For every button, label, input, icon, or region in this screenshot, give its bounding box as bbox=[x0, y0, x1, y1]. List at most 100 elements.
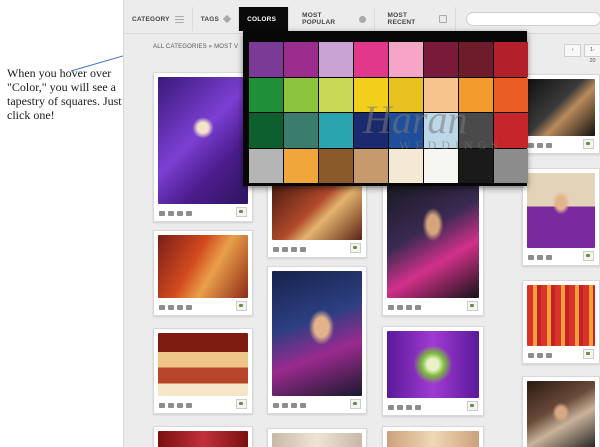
favorite-badge[interactable] bbox=[236, 301, 247, 311]
photo-card[interactable] bbox=[522, 376, 600, 447]
color-swatch[interactable] bbox=[459, 148, 493, 183]
view-icon[interactable] bbox=[282, 247, 288, 252]
photo-card[interactable] bbox=[522, 280, 600, 364]
color-swatch[interactable] bbox=[319, 77, 353, 112]
color-swatch[interactable] bbox=[249, 148, 283, 183]
photo-card[interactable] bbox=[382, 426, 484, 447]
photo-card[interactable] bbox=[153, 230, 253, 316]
tab-colors[interactable]: COLORS bbox=[239, 7, 290, 31]
color-swatch[interactable] bbox=[389, 148, 423, 183]
like-icon[interactable] bbox=[159, 211, 165, 216]
like-icon[interactable] bbox=[528, 143, 534, 148]
comment-icon[interactable] bbox=[415, 305, 421, 310]
color-swatch[interactable] bbox=[494, 42, 528, 77]
color-swatch[interactable] bbox=[319, 148, 353, 183]
color-swatch[interactable] bbox=[424, 148, 458, 183]
comment-icon[interactable] bbox=[415, 405, 421, 410]
photo-card[interactable] bbox=[522, 74, 600, 154]
color-swatch[interactable] bbox=[284, 113, 318, 148]
favorite-badge[interactable] bbox=[350, 399, 361, 409]
view-icon[interactable] bbox=[537, 143, 543, 148]
color-swatch[interactable] bbox=[494, 113, 528, 148]
like-icon[interactable] bbox=[273, 247, 279, 252]
color-swatch[interactable] bbox=[354, 148, 388, 183]
comment-icon[interactable] bbox=[186, 211, 192, 216]
search-input[interactable] bbox=[465, 12, 600, 26]
favorite-badge[interactable] bbox=[350, 243, 361, 253]
tag-icon[interactable] bbox=[406, 405, 412, 410]
color-swatch[interactable] bbox=[354, 113, 388, 148]
tab-category[interactable]: CATEGORY bbox=[124, 7, 193, 31]
favorite-badge[interactable] bbox=[236, 399, 247, 409]
like-icon[interactable] bbox=[159, 305, 165, 310]
color-swatch[interactable] bbox=[354, 42, 388, 77]
color-swatch[interactable] bbox=[424, 42, 458, 77]
favorite-badge[interactable] bbox=[583, 349, 594, 359]
color-swatch[interactable] bbox=[249, 77, 283, 112]
color-swatch[interactable] bbox=[459, 42, 493, 77]
color-swatch[interactable] bbox=[389, 113, 423, 148]
photo-card[interactable] bbox=[153, 72, 253, 222]
color-swatch[interactable] bbox=[354, 77, 388, 112]
favorite-badge[interactable] bbox=[583, 139, 594, 149]
color-swatch[interactable] bbox=[249, 113, 283, 148]
view-icon[interactable] bbox=[282, 403, 288, 408]
like-icon[interactable] bbox=[159, 403, 165, 408]
like-icon[interactable] bbox=[273, 403, 279, 408]
photo-card[interactable] bbox=[522, 168, 600, 266]
color-swatch[interactable] bbox=[249, 42, 283, 77]
photo-card[interactable] bbox=[267, 178, 367, 258]
comment-icon[interactable] bbox=[186, 305, 192, 310]
tag-icon[interactable] bbox=[177, 403, 183, 408]
color-swatch[interactable] bbox=[424, 113, 458, 148]
color-swatch[interactable] bbox=[284, 77, 318, 112]
color-swatch[interactable] bbox=[459, 77, 493, 112]
photo-card[interactable] bbox=[382, 326, 484, 416]
tag-icon[interactable] bbox=[177, 211, 183, 216]
color-swatch[interactable] bbox=[319, 42, 353, 77]
color-swatch[interactable] bbox=[284, 148, 318, 183]
tag-icon[interactable] bbox=[546, 255, 552, 260]
view-icon[interactable] bbox=[537, 353, 543, 358]
color-swatch[interactable] bbox=[494, 77, 528, 112]
comment-icon[interactable] bbox=[300, 247, 306, 252]
like-icon[interactable] bbox=[528, 255, 534, 260]
tag-icon[interactable] bbox=[406, 305, 412, 310]
tab-most-popular[interactable]: MOST POPULAR bbox=[289, 7, 375, 31]
photo-card[interactable] bbox=[153, 426, 253, 447]
photo-card[interactable] bbox=[153, 328, 253, 414]
page-range-button[interactable]: 1-20 bbox=[584, 44, 600, 64]
view-icon[interactable] bbox=[168, 211, 174, 216]
comment-icon[interactable] bbox=[300, 403, 306, 408]
comment-icon[interactable] bbox=[186, 403, 192, 408]
photo-card[interactable] bbox=[382, 180, 484, 316]
color-swatch[interactable] bbox=[494, 148, 528, 183]
favorite-badge[interactable] bbox=[583, 251, 594, 261]
like-icon[interactable] bbox=[388, 305, 394, 310]
photo-card[interactable] bbox=[267, 428, 367, 447]
favorite-badge[interactable] bbox=[467, 401, 478, 411]
tag-icon[interactable] bbox=[546, 353, 552, 358]
color-swatch[interactable] bbox=[389, 42, 423, 77]
view-icon[interactable] bbox=[537, 255, 543, 260]
tab-tags[interactable]: TAGS bbox=[193, 7, 240, 31]
tag-icon[interactable] bbox=[546, 143, 552, 148]
favorite-badge[interactable] bbox=[467, 301, 478, 311]
color-swatch[interactable] bbox=[389, 77, 423, 112]
like-icon[interactable] bbox=[528, 353, 534, 358]
tag-icon[interactable] bbox=[291, 403, 297, 408]
tag-icon[interactable] bbox=[291, 247, 297, 252]
favorite-badge[interactable] bbox=[236, 207, 247, 217]
view-icon[interactable] bbox=[168, 305, 174, 310]
prev-page-button[interactable]: ‹ bbox=[564, 44, 581, 57]
photo-card[interactable] bbox=[267, 266, 367, 414]
tag-icon[interactable] bbox=[177, 305, 183, 310]
color-swatch[interactable] bbox=[284, 42, 318, 77]
tab-most-recent[interactable]: MOST RECENT bbox=[375, 7, 456, 31]
view-icon[interactable] bbox=[397, 305, 403, 310]
like-icon[interactable] bbox=[388, 405, 394, 410]
color-swatch[interactable] bbox=[424, 77, 458, 112]
color-swatch[interactable] bbox=[459, 113, 493, 148]
color-swatch[interactable] bbox=[319, 113, 353, 148]
view-icon[interactable] bbox=[397, 405, 403, 410]
